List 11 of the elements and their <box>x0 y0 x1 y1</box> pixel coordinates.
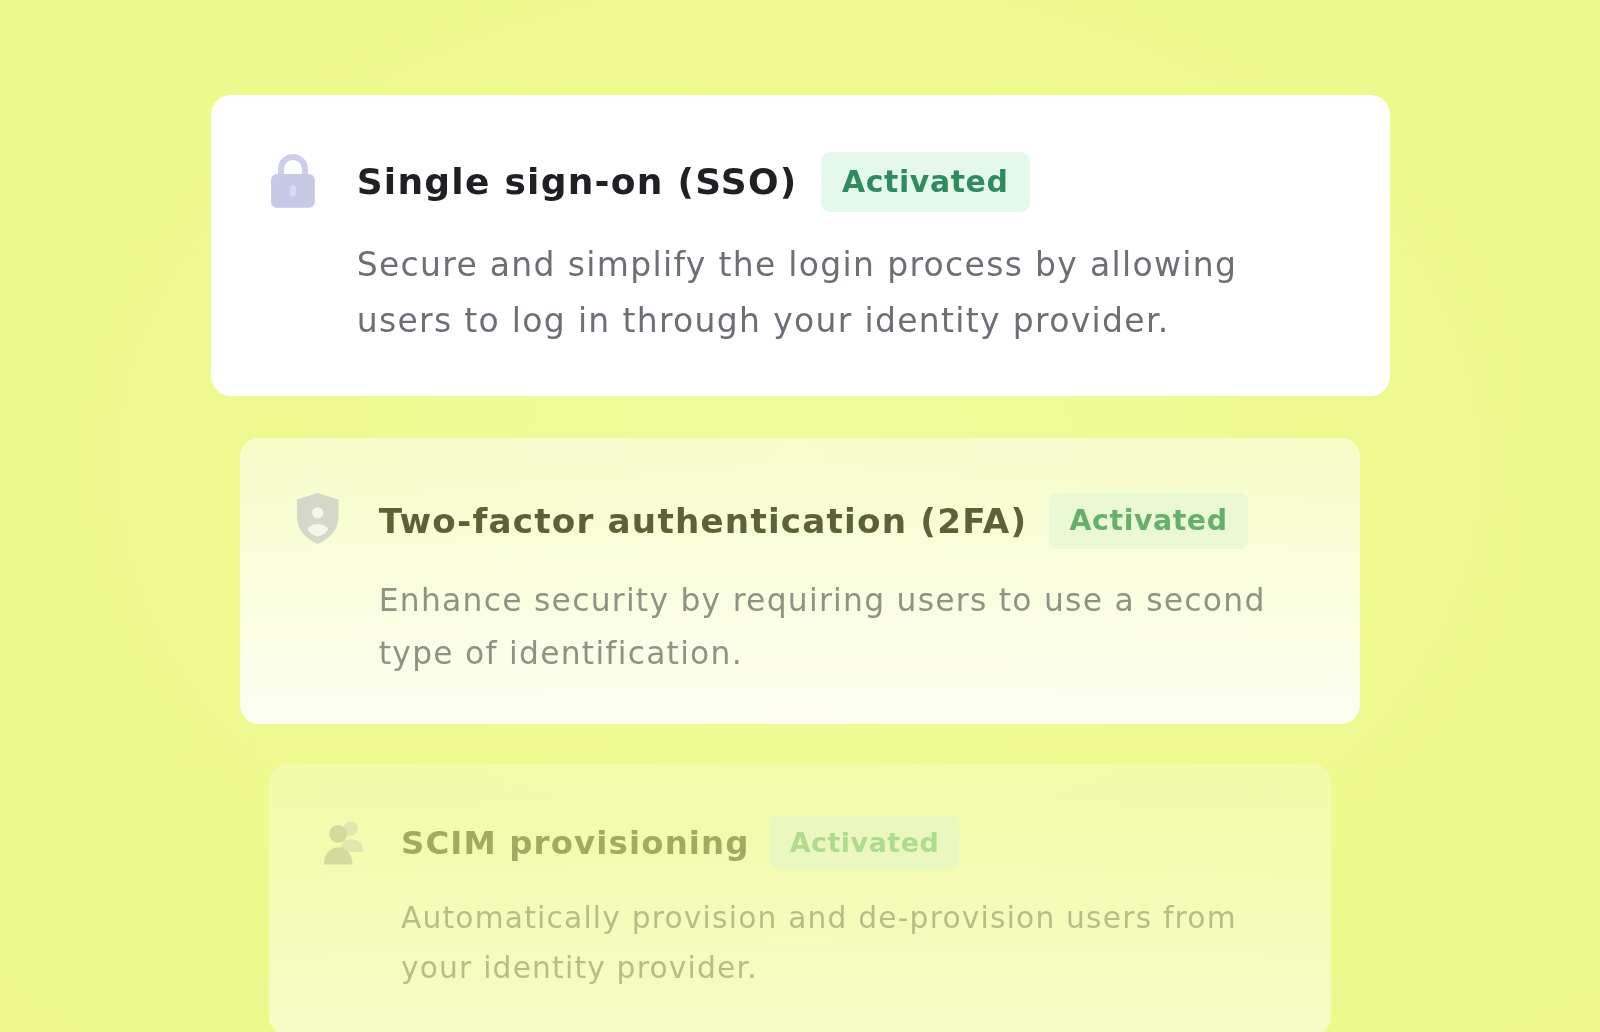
feature-description: Automatically provision and de-provision users from your identity provider. <box>400 898 1238 987</box>
feature-description: Enhance security by requiring users to use a second type of identification. <box>378 580 1267 673</box>
status-badge: Activated <box>1049 492 1248 550</box>
lock-icon <box>268 151 317 208</box>
feature-description: Secure and simplify the login process by allowing users to log in through your identity provider. <box>356 244 1239 343</box>
shield-user-icon <box>295 492 341 546</box>
feature-title: Single sign-on (SSO) <box>356 161 798 203</box>
feature-title: Two-factor authentication (2FA) <box>378 500 1028 541</box>
feature-title: SCIM provisioning <box>400 823 750 862</box>
status-badge: Activated <box>770 815 959 870</box>
status-badge: Activated <box>820 151 1030 212</box>
